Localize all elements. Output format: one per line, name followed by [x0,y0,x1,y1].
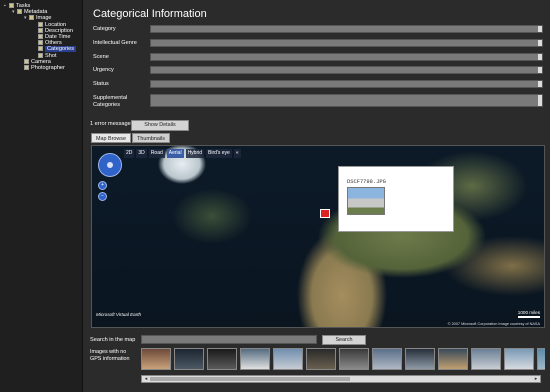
expander-icon[interactable]: ▾ [24,15,28,22]
tree-item-label: Metadata [24,9,48,16]
tree-item-photographer[interactable]: Photographer [24,65,65,72]
image-thumbnail[interactable] [471,348,501,370]
field-label: Category [93,26,116,32]
tree-item-label: Tasks [16,3,31,9]
field-input[interactable] [150,80,543,88]
field-input[interactable] [150,25,543,33]
image-thumbnail[interactable] [207,348,237,370]
tree-item-label: Location [45,21,67,28]
image-thumbnail[interactable] [174,348,204,370]
popup-thumbnail[interactable] [347,187,385,215]
page-icon [38,34,43,40]
map-pin-icon[interactable] [320,209,330,218]
tree-item-label: Photographer [31,65,65,71]
folder-icon [29,15,34,21]
popup-title: DSCF7798.JPG [347,179,386,185]
image-thumbnail[interactable] [372,348,402,370]
image-thumbnail[interactable] [306,348,336,370]
image-thumbnail[interactable] [537,348,545,370]
page-icon [24,58,29,64]
thumbnail-strip [141,348,545,372]
image-thumbnail[interactable] [438,348,468,370]
search-label: Search in the map [90,337,136,343]
field-input[interactable] [150,53,543,61]
compass-navigation-icon[interactable] [98,153,122,177]
show-details-button[interactable]: Show Details [131,120,189,131]
image-thumbnail[interactable] [504,348,534,370]
error-message: 1 error message. [90,121,133,127]
tree-item-label: Date Time [45,34,71,40]
map-mode-button[interactable]: 3D [136,149,147,158]
metadata-tree: ▪ Tasks ▾ Metadata ▾ Image Location Description… [0,0,83,392]
search-input[interactable] [141,335,317,344]
scale-label: 1000 miles [517,310,540,315]
expander-icon[interactable]: ▪ [4,3,8,10]
zoom-in-icon[interactable]: + [98,181,107,190]
tree-item-label: Shot [45,52,57,59]
page-icon [24,65,29,71]
field-label: Intellectual Genre [93,40,137,46]
page-icon [38,40,43,46]
map-mode-button[interactable]: Road [148,149,165,158]
page-icon [38,21,43,27]
image-thumbnail[interactable] [240,348,270,370]
map-mode-button[interactable]: Hybrid [185,149,205,158]
tree-item-label: Categories [45,46,77,53]
tasks-icon [9,3,14,9]
page-icon [38,46,43,52]
map-mode-button[interactable]: Bird's eye [206,149,232,158]
map-mode-button[interactable]: « [233,149,241,158]
image-thumbnail[interactable] [405,348,435,370]
expander-icon[interactable]: ▾ [12,9,16,16]
scale-bar [518,316,540,318]
search-button[interactable]: Search [322,335,366,345]
tab-thumbnails[interactable]: Thumbnails [132,133,170,143]
scrollbar-thumb[interactable] [150,377,350,381]
field-label: Urgency [93,67,114,73]
tab-map-browse[interactable]: Map Browse [91,133,131,143]
page-icon [38,52,43,58]
tree-item-label: Description [45,27,73,34]
field-label: Status [93,81,109,87]
thumbnail-scrollbar[interactable]: ◂ ▸ [141,375,541,383]
tree-item-label: Others [45,40,62,47]
field-input[interactable] [150,39,543,47]
gps-label: Images with no GPS information [90,349,130,362]
map-mode-button[interactable]: Aerial [166,149,184,158]
folder-icon [17,9,22,15]
zoom-out-icon[interactable]: − [98,192,107,201]
page-icon [38,27,43,33]
scroll-right-icon[interactable]: ▸ [532,376,540,382]
map-copyright: © 2007 Microsoft Corporation Image court… [447,322,540,326]
tree-item-label: Camera [31,58,51,65]
field-label: Supplemental Categories [93,95,128,108]
map-view[interactable]: + − 2D 3D Road Aerial Hybrid Bird's eye « DSCF… [91,145,545,328]
field-input[interactable] [150,66,543,74]
field-label: Scene [93,54,109,60]
image-thumbnail[interactable] [273,348,303,370]
tree-item-label: Image [36,15,52,22]
scroll-left-icon[interactable]: ◂ [142,376,150,382]
map-mode-button[interactable]: 2D [124,149,135,158]
virtual-earth-logo: Microsoft Virtual Earth [96,312,142,317]
map-popup: DSCF7798.JPG [338,166,454,232]
page-title: Categorical Information [93,8,207,20]
map-toolbar: 2D 3D Road Aerial Hybrid Bird's eye « [124,149,241,158]
image-thumbnail[interactable] [141,348,171,370]
field-input[interactable] [150,94,543,107]
image-thumbnail[interactable] [339,348,369,370]
